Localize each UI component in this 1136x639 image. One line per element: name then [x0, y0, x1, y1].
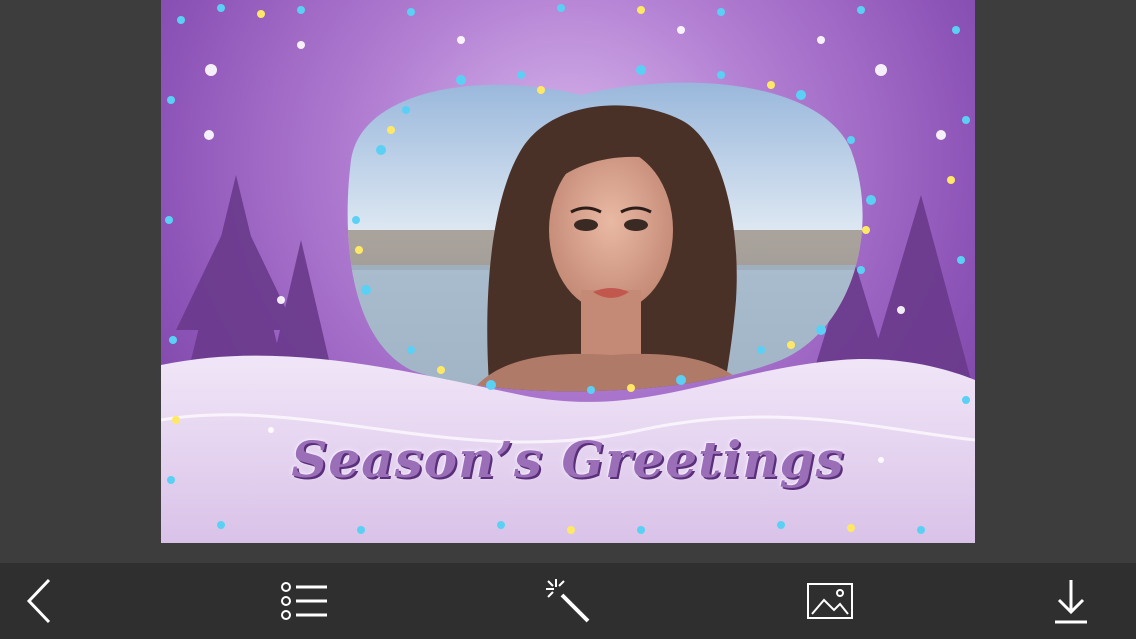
editor-canvas: Season’s Greetings: [0, 0, 1136, 563]
greeting-text: Season’s Greetings: [291, 430, 845, 489]
magic-wand-icon: [544, 577, 592, 625]
bottom-toolbar: [0, 563, 1136, 639]
download-button[interactable]: [1031, 563, 1111, 639]
effects-button[interactable]: [528, 563, 608, 639]
list-menu-icon: [281, 581, 329, 621]
portrait-photo: [347, 82, 863, 392]
photo-frame-preview[interactable]: Season’s Greetings: [161, 0, 975, 543]
gallery-button[interactable]: [790, 563, 870, 639]
frames-list-button[interactable]: [265, 563, 345, 639]
back-arrow-icon: [25, 578, 55, 624]
image-gallery-icon: [806, 582, 854, 620]
download-icon: [1053, 578, 1089, 624]
back-button[interactable]: [0, 563, 80, 639]
